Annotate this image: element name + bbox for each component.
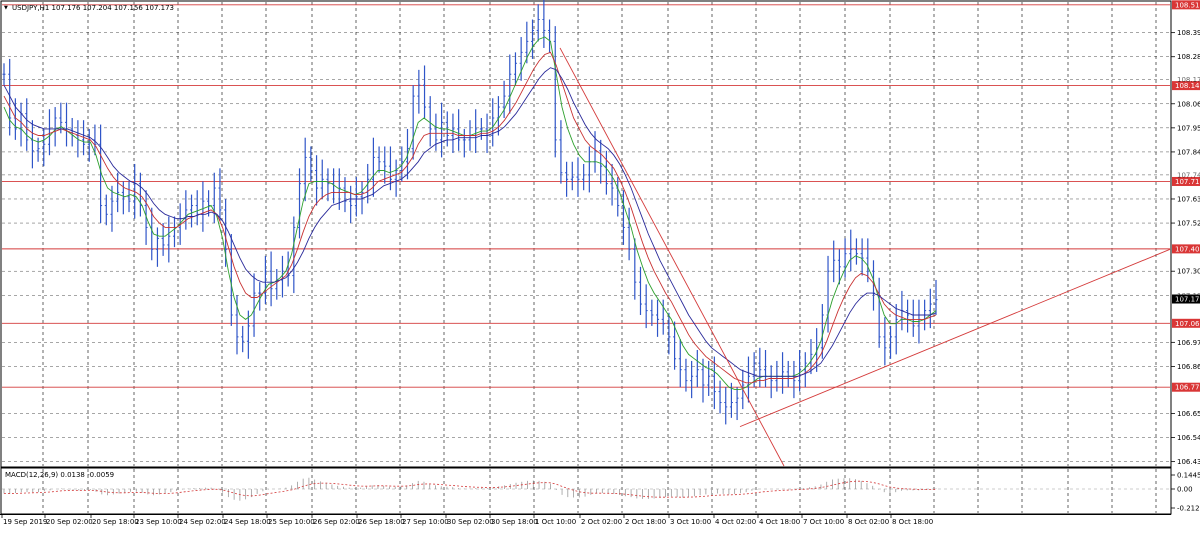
price-label: 107.630 — [1177, 195, 1200, 203]
time-label: 7 Oct 10:00 — [803, 518, 844, 526]
resistance-trendline — [559, 47, 785, 467]
macd-indicator: 0.1445 0.00 -0.2128 — [2, 472, 1200, 513]
price-label-partial: 107.190 — [1177, 292, 1200, 300]
time-label: 27 Sep 10:00 — [402, 518, 449, 526]
level-badge-label: 107.402 — [1175, 245, 1200, 253]
time-label: 20 Sep 02:00 — [46, 518, 93, 526]
price-label: 107.955 — [1177, 124, 1200, 132]
time-label: 25 Sep 10:00 — [268, 518, 315, 526]
time-label: 24 Sep 18:00 — [224, 518, 271, 526]
time-label: 4 Oct 02:00 — [715, 518, 756, 526]
time-label: 2 Oct 02:00 — [581, 518, 622, 526]
time-label: 3 Oct 10:00 — [670, 518, 711, 526]
price-label: 106.540 — [1177, 434, 1200, 442]
price-label-partial: 107.740 — [1177, 171, 1200, 179]
main-pane-border — [0, 0, 1172, 468]
macd-tick-label: 0.1445 — [1177, 472, 1200, 480]
macd-label: MACD(12,26,9) 0.0138 -0.0059 — [5, 471, 114, 479]
time-label: 8 Oct 02:00 — [848, 518, 889, 526]
macd-tick-label: -0.2128 — [1177, 505, 1200, 513]
price-label-partial: 108.175 — [1177, 76, 1200, 84]
time-label: 1 Oct 10:00 — [535, 518, 576, 526]
time-label: 26 Sep 18:00 — [358, 518, 405, 526]
time-label: 24 Sep 02:00 — [179, 518, 226, 526]
time-label: 4 Oct 18:00 — [759, 518, 800, 526]
price-label: 106.430 — [1177, 458, 1200, 466]
trendlines — [559, 47, 1171, 467]
price-label: 108.065 — [1177, 100, 1200, 108]
time-label: 8 Oct 18:00 — [892, 518, 933, 526]
time-label: 19 Sep 2019 — [3, 518, 47, 526]
chart-canvas[interactable]: 108.517108.148107.710107.402107.062106.7… — [0, 0, 1200, 531]
time-label: 26 Sep 02:00 — [313, 518, 360, 526]
price-label: 108.390 — [1177, 29, 1200, 37]
time-label: 2 Oct 18:00 — [625, 518, 666, 526]
level-badge-label: 106.770 — [1175, 384, 1200, 392]
price-series — [2, 0, 938, 425]
horizontal-levels: 108.517108.148107.710107.402107.062106.7… — [2, 0, 1200, 392]
time-label: 30 Sep 02:00 — [447, 518, 494, 526]
price-label: 107.520 — [1177, 220, 1200, 228]
ma-line — [3, 51, 937, 384]
price-label: 106.865 — [1177, 363, 1200, 371]
time-label: 30 Sep 18:00 — [491, 518, 538, 526]
grid — [2, 2, 1170, 513]
time-label: 20 Sep 18:00 — [92, 518, 139, 526]
time-label: 23 Sep 10:00 — [135, 518, 182, 526]
symbol-dropdown-icon[interactable]: ▼ — [4, 5, 8, 11]
price-label: 108.280 — [1177, 53, 1200, 61]
level-badge-label: 108.517 — [1175, 1, 1200, 9]
chart-window: 108.517108.148107.710107.402107.062106.7… — [0, 0, 1200, 531]
price-label: 107.300 — [1177, 268, 1200, 276]
macd-pane-border — [0, 467, 1172, 515]
price-label: 106.650 — [1177, 410, 1200, 418]
macd-tick-label: 0.00 — [1177, 486, 1193, 494]
support-trendline — [739, 248, 1171, 428]
ma-line — [3, 67, 937, 377]
level-badge-label: 107.062 — [1175, 320, 1200, 328]
symbol-info: USDJPY,H1 107.176 107.204 107.156 107.17… — [12, 4, 174, 12]
price-label: 106.975 — [1177, 339, 1200, 347]
ma-line — [3, 36, 937, 390]
time-axis: 19 Sep 201920 Sep 02:00 20 Sep 18:0023 Se… — [1, 514, 933, 526]
price-label: 107.845 — [1177, 148, 1200, 156]
